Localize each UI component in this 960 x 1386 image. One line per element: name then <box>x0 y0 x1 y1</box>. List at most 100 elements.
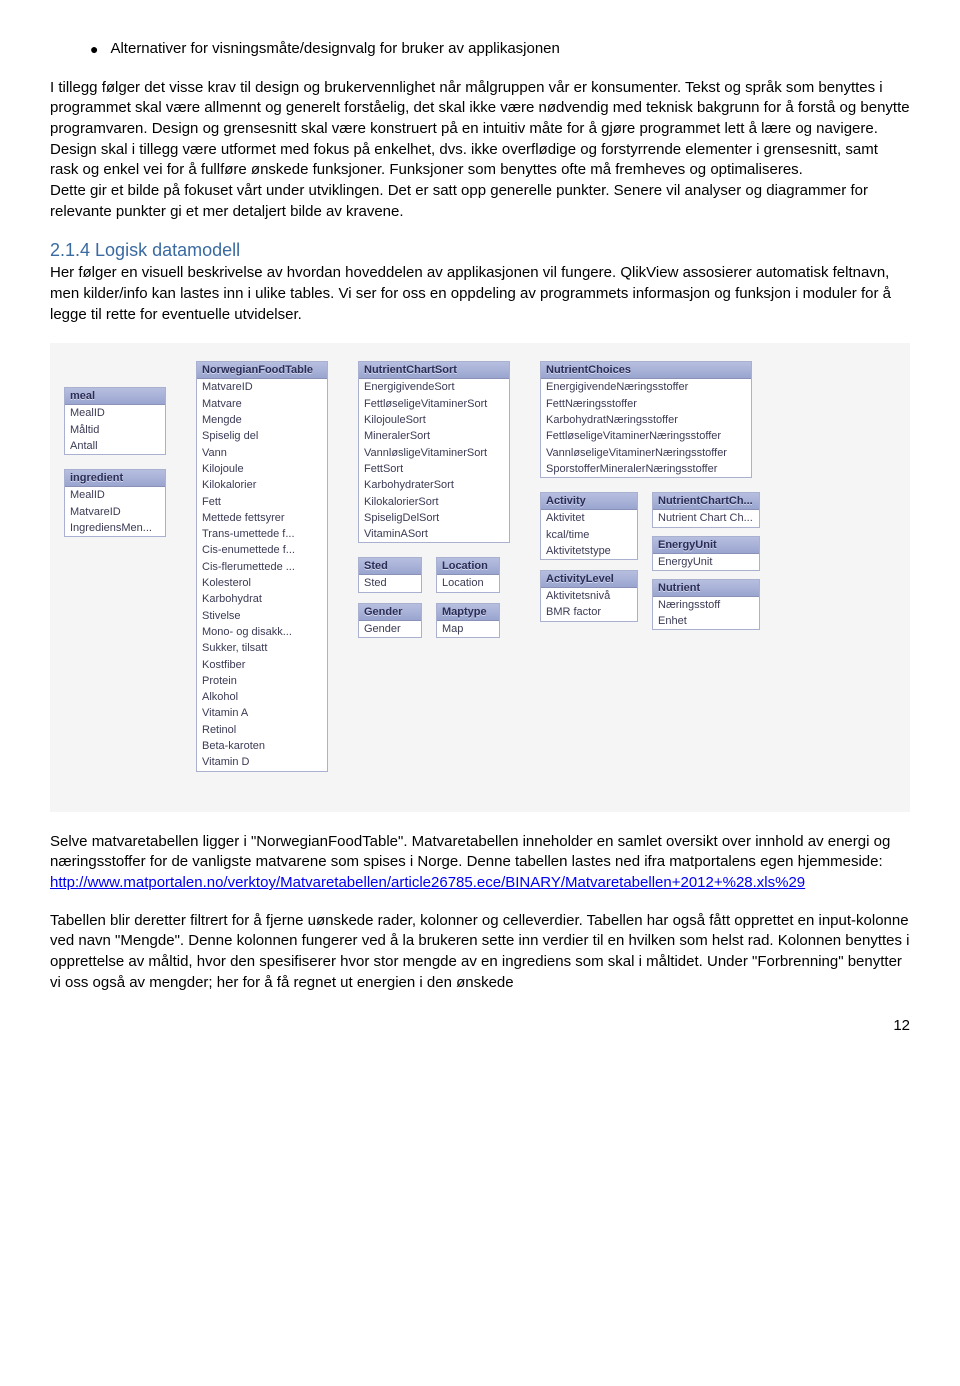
table-field: KarbohydratNæringsstoffer <box>541 412 751 428</box>
section-heading: 2.1.4 Logisk datamodell <box>50 240 910 261</box>
table-field: Mengde <box>197 412 327 428</box>
table-field: Vann <box>197 445 327 461</box>
paragraph-2: Dette gir et bilde på fokuset vårt under… <box>50 181 910 222</box>
table-field: MatvareID <box>197 379 327 395</box>
table-field: SporstofferMineralerNæringsstoffer <box>541 461 751 477</box>
table-field: EnergigivendeNæringsstoffer <box>541 379 751 395</box>
table-field: MealID <box>65 487 165 503</box>
table-field: Fett <box>197 494 327 510</box>
table-field: Sted <box>359 575 421 591</box>
table-field: Matvare <box>197 396 327 412</box>
table-field: VannløseligeVitaminerNæringsstoffer <box>541 445 751 461</box>
table-field: Kilokalorier <box>197 477 327 493</box>
table-nutrientchoices: NutrientChoices EnergigivendeNæringsstof… <box>540 361 752 478</box>
table-field: Cis-enumettede f... <box>197 542 327 558</box>
table-field: Vitamin D <box>197 754 327 770</box>
table-title: Sted <box>359 558 421 575</box>
table-field: Kolesterol <box>197 575 327 591</box>
table-field: Protein <box>197 673 327 689</box>
table-field: BMR factor <box>541 604 637 620</box>
table-field: IngrediensMen... <box>65 520 165 536</box>
table-field: Cis-flerumettede ... <box>197 559 327 575</box>
table-energyunit: EnergyUnit EnergyUnit <box>652 536 760 571</box>
table-field: Retinol <box>197 722 327 738</box>
table-title: NutrientChartSort <box>359 362 509 379</box>
bullet-text: Alternativer for visningsmåte/designvalg… <box>110 40 559 57</box>
table-gender: Gender Gender <box>358 603 422 638</box>
table-field: FettSort <box>359 461 509 477</box>
table-field: Kilojoule <box>197 461 327 477</box>
table-field: Trans-umettede f... <box>197 526 327 542</box>
bullet-dot: ● <box>90 40 98 60</box>
table-title: Nutrient <box>653 580 759 597</box>
table-field: KilokalorierSort <box>359 494 509 510</box>
table-field: Aktivitetstype <box>541 543 637 559</box>
paragraph-1: I tillegg følger det visse krav til desi… <box>50 78 910 181</box>
table-field: VitaminASort <box>359 526 509 542</box>
table-field: Aktivitet <box>541 510 637 526</box>
table-field: kcal/time <box>541 527 637 543</box>
table-field: FettløseligeVitaminerNæringsstoffer <box>541 428 751 444</box>
table-title: EnergyUnit <box>653 537 759 554</box>
paragraph-3: Her følger en visuell beskrivelse av hvo… <box>50 263 910 325</box>
table-field: Mettede fettsyrer <box>197 510 327 526</box>
data-model-diagram: meal MealID Måltid Antall ingredient Mea… <box>50 343 910 811</box>
table-field: KilojouleSort <box>359 412 509 428</box>
table-activitylevel: ActivityLevel Aktivitetsnivå BMR factor <box>540 570 638 622</box>
table-field: KarbohydraterSort <box>359 477 509 493</box>
table-field: Gender <box>359 621 421 637</box>
table-title: meal <box>65 388 165 405</box>
table-field: MealID <box>65 405 165 421</box>
table-ingredient: ingredient MealID MatvareID IngrediensMe… <box>64 469 166 537</box>
table-field: Måltid <box>65 422 165 438</box>
table-nutrientchartsort: NutrientChartSort EnergigivendeSort Fett… <box>358 361 510 543</box>
table-title: Maptype <box>437 604 499 621</box>
table-field: Mono- og disakk... <box>197 624 327 640</box>
page-number: 12 <box>893 1017 910 1034</box>
matportalen-link[interactable]: http://www.matportalen.no/verktoy/Matvar… <box>50 874 805 891</box>
table-field: Aktivitetsnivå <box>541 588 637 604</box>
table-field: Alkohol <box>197 689 327 705</box>
table-norwegianfoodtable: NorwegianFoodTable MatvareID Matvare Men… <box>196 361 328 771</box>
table-field: EnergigivendeSort <box>359 379 509 395</box>
table-field: FettløseligeVitaminerSort <box>359 396 509 412</box>
table-field: Stivelse <box>197 608 327 624</box>
table-field: Location <box>437 575 499 591</box>
table-maptype: Maptype Map <box>436 603 500 638</box>
table-location: Location Location <box>436 557 500 592</box>
table-sted: Sted Sted <box>358 557 422 592</box>
table-meal: meal MealID Måltid Antall <box>64 387 166 455</box>
paragraph-4-text: Selve matvaretabellen ligger i "Norwegia… <box>50 833 890 871</box>
table-field: Kostfiber <box>197 657 327 673</box>
table-field: VannløsligeVitaminerSort <box>359 445 509 461</box>
table-title: Gender <box>359 604 421 621</box>
table-field: FettNæringsstoffer <box>541 396 751 412</box>
table-field: Vitamin A <box>197 705 327 721</box>
table-field: Karbohydrat <box>197 591 327 607</box>
table-field: Sukker, tilsatt <box>197 640 327 656</box>
table-activity: Activity Aktivitet kcal/time Aktivitetst… <box>540 492 638 560</box>
table-field: Nutrient Chart Ch... <box>653 510 759 526</box>
table-title: NorwegianFoodTable <box>197 362 327 379</box>
table-nutrientchartch: NutrientChartCh... Nutrient Chart Ch... <box>652 492 760 527</box>
table-field: Map <box>437 621 499 637</box>
table-field: Spiselig del <box>197 428 327 444</box>
table-nutrient: Nutrient Næringsstoff Enhet <box>652 579 760 631</box>
table-field: Næringsstoff <box>653 597 759 613</box>
table-field: MatvareID <box>65 504 165 520</box>
table-title: Location <box>437 558 499 575</box>
table-field: Antall <box>65 438 165 454</box>
table-title: NutrientChartCh... <box>653 493 759 510</box>
table-field: Enhet <box>653 613 759 629</box>
table-title: NutrientChoices <box>541 362 751 379</box>
table-field: EnergyUnit <box>653 554 759 570</box>
paragraph-4: Selve matvaretabellen ligger i "Norwegia… <box>50 832 910 894</box>
table-title: ingredient <box>65 470 165 487</box>
table-field: MineralerSort <box>359 428 509 444</box>
bullet-item: ● Alternativer for visningsmåte/designva… <box>90 40 910 60</box>
paragraph-5: Tabellen blir deretter filtrert for å fj… <box>50 911 910 994</box>
table-field: Beta-karoten <box>197 738 327 754</box>
table-title: Activity <box>541 493 637 510</box>
table-field: SpiseligDelSort <box>359 510 509 526</box>
table-title: ActivityLevel <box>541 571 637 588</box>
